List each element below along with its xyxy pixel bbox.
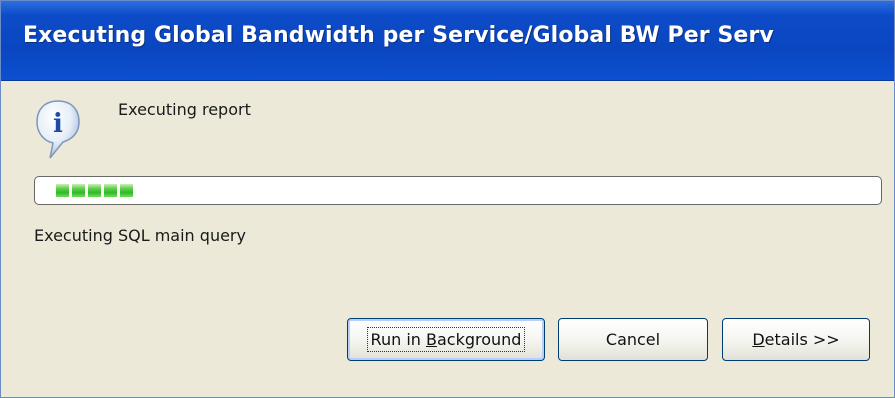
progress-block (56, 184, 69, 197)
info-icon: i (36, 100, 80, 159)
details-button[interactable]: Details >> (722, 318, 870, 361)
progress-block (104, 184, 117, 197)
info-icon-glyph: i (53, 109, 63, 139)
dialog-window: Executing Global Bandwidth per Service/G… (0, 0, 895, 398)
details-label: Details >> (752, 330, 840, 349)
message-text: Executing report (118, 100, 251, 119)
progress-fill (56, 184, 133, 197)
progress-block (88, 184, 101, 197)
cancel-button[interactable]: Cancel (558, 318, 708, 361)
cancel-label: Cancel (605, 330, 661, 349)
status-text: Executing SQL main query (34, 226, 246, 245)
run-in-background-label: Run in Background (366, 327, 526, 352)
progress-bar (34, 176, 882, 205)
progress-block (120, 184, 133, 197)
progress-block (72, 184, 85, 197)
window-title: Executing Global Bandwidth per Service/G… (23, 23, 774, 48)
title-bar[interactable]: Executing Global Bandwidth per Service/G… (1, 1, 894, 81)
run-in-background-button[interactable]: Run in Background (347, 318, 545, 361)
